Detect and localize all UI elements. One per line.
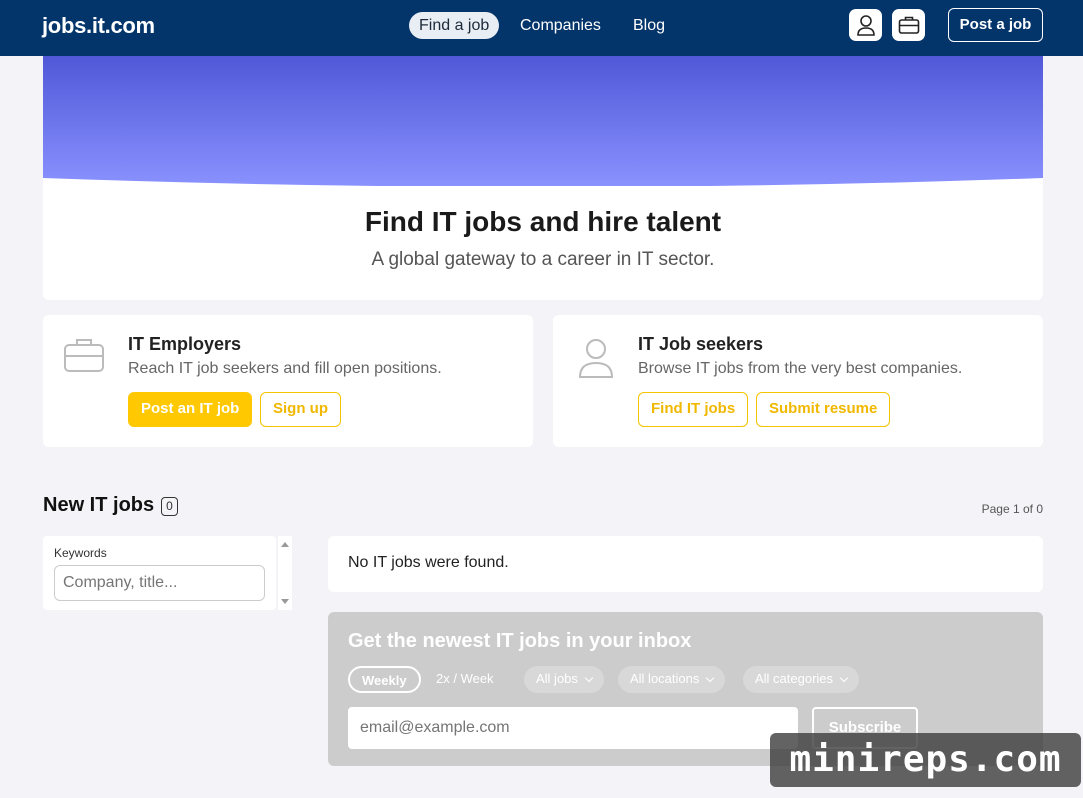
nav-blog[interactable]: Blog (623, 12, 675, 39)
categories-dropdown[interactable]: All categories (743, 666, 860, 693)
hero-subtitle: A global gateway to a career in IT secto… (371, 249, 715, 270)
post-it-job-button[interactable]: Post an IT job (128, 392, 253, 427)
hero-banner (43, 56, 1043, 186)
hero-section: Find IT jobs and hire talent A global ga… (43, 56, 1043, 300)
filter-panel: Keywords (43, 536, 276, 610)
chevron-down-icon (839, 673, 849, 683)
job-seekers-card: IT Job seekers Browse IT jobs from the v… (553, 315, 1043, 447)
locations-dropdown-label: All locations (630, 671, 700, 686)
scroll-down-icon[interactable] (281, 599, 289, 604)
job-seekers-text: Browse IT jobs from the very best compan… (638, 360, 963, 377)
jobs-count-badge: 0 (161, 497, 178, 516)
briefcase-icon (898, 16, 919, 34)
frequency-twice-weekly[interactable]: 2x / Week (424, 666, 506, 693)
nav-companies[interactable]: Companies (510, 12, 611, 39)
briefcase-icon (64, 339, 104, 372)
nav-find-a-job[interactable]: Find a job (409, 12, 500, 39)
jobs-dropdown-label: All jobs (536, 671, 578, 686)
top-navbar: jobs.it.com Find a job Companies Blog Po… (0, 0, 1083, 56)
categories-dropdown-label: All categories (755, 671, 834, 686)
employers-text: Reach IT job seekers and fill open posit… (128, 360, 442, 377)
empty-jobs-message: No IT jobs were found. (328, 536, 1043, 592)
hero-title: Find IT jobs and hire talent (364, 206, 722, 237)
filter-scrollbar[interactable] (278, 536, 292, 610)
submit-resume-button[interactable]: Submit resume (756, 392, 891, 427)
employers-card: IT Employers Reach IT job seekers and fi… (43, 315, 533, 447)
employer-button[interactable] (892, 9, 925, 41)
find-it-jobs-button[interactable]: Find IT jobs (638, 392, 749, 427)
user-icon (856, 15, 875, 36)
user-icon (578, 339, 614, 378)
jobs-dropdown[interactable]: All jobs (524, 666, 604, 693)
scroll-up-icon[interactable] (281, 542, 289, 547)
post-a-job-button[interactable]: Post a job (948, 8, 1043, 42)
frequency-weekly[interactable]: Weekly (348, 666, 421, 693)
keywords-label: Keywords (54, 546, 107, 560)
watermark: minireps.com (770, 733, 1081, 787)
chevron-down-icon (706, 673, 715, 683)
locations-dropdown[interactable]: All locations (618, 666, 726, 693)
employers-title: IT Employers (128, 334, 242, 354)
email-input[interactable] (348, 707, 798, 749)
chevron-down-icon (584, 673, 594, 683)
jobs-section-title: New IT jobs (43, 494, 155, 516)
sign-up-button[interactable]: Sign up (260, 392, 341, 427)
site-logo[interactable]: jobs.it.com (42, 13, 155, 39)
account-button[interactable] (849, 9, 882, 41)
job-seekers-title: IT Job seekers (638, 334, 764, 354)
page-info: Page 1 of 0 (981, 502, 1043, 516)
keywords-input[interactable] (54, 565, 265, 601)
newsletter-title: Get the newest IT jobs in your inbox (348, 630, 692, 652)
